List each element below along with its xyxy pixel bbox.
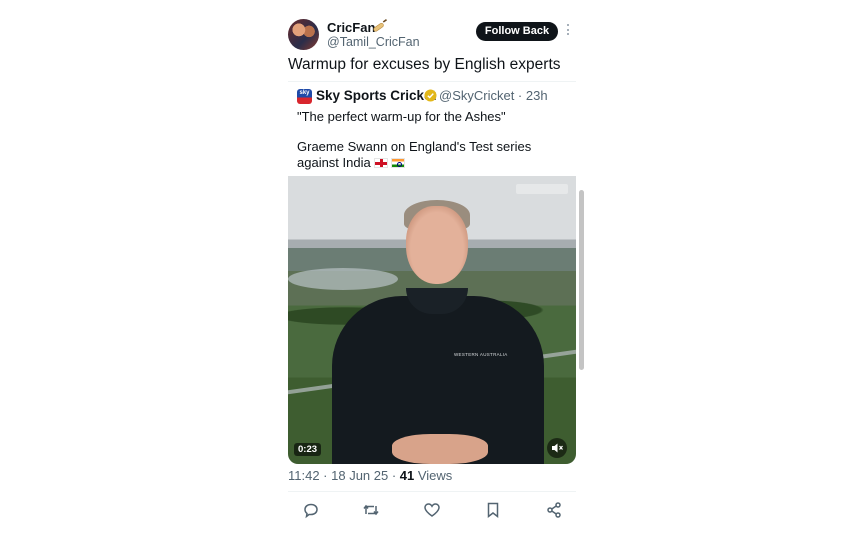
quote-text-line2: Graeme Swann on England's Test series ag… [297,139,567,171]
reply-button[interactable] [301,500,321,520]
india-flag-icon [390,158,405,168]
more-options-icon[interactable] [566,24,570,38]
quote-text-line1: "The perfect warm-up for the Ashes" [297,109,506,124]
video-player[interactable]: WESTERN AUSTRALIA 0:23 [288,176,576,464]
views-label: Views [414,468,453,483]
quote-text-line2-text: Graeme Swann on England's Test series ag… [297,139,532,170]
quote-author-name[interactable]: Sky Sports Cricket [316,88,436,103]
quoted-tweet[interactable]: sky Sky Sports Cricket @SkyCricket · 23h… [288,81,576,464]
bookmark-icon [487,502,499,519]
like-button[interactable] [422,500,442,520]
views-count: 41 [399,468,415,483]
england-flag-icon [373,158,388,168]
muted-speaker-icon [552,443,563,453]
scrollbar[interactable] [579,190,584,370]
cricket-bat-icon [373,19,387,32]
shirt-logo: WESTERN AUSTRALIA [454,352,508,357]
tweet[interactable]: CricFan @Tamil_CricFan Follow Back Warmu… [279,12,585,540]
bookmark-button[interactable] [483,500,503,520]
avatar[interactable] [288,19,319,50]
action-bar [288,500,576,522]
divider [288,491,576,492]
tweet-timestamp[interactable]: 11:42 · 18 Jun 25 · [288,468,400,483]
tweet-text: Warmup for excuses by English experts [288,56,561,73]
author-name[interactable]: CricFan [327,20,375,35]
video-duration: 0:23 [294,443,322,456]
share-button[interactable] [544,500,564,520]
broadcaster-watermark [516,184,568,194]
retweet-icon [363,504,379,516]
reply-icon [304,503,318,519]
like-icon [424,503,440,517]
presenter-head [406,206,468,284]
sky-sports-logo[interactable]: sky [297,89,312,104]
verified-badge-icon [424,89,437,102]
mute-button[interactable] [547,438,567,458]
author-handle[interactable]: @Tamil_CricFan [327,35,420,49]
tweet-meta: 11:42 · 18 Jun 25 · 41 Views [288,468,452,483]
follow-back-button[interactable]: Follow Back [476,22,558,41]
retweet-button[interactable] [361,500,381,520]
share-icon [547,502,561,518]
quote-handle-time: @SkyCricket · 23h [439,88,548,103]
presenter-hands [392,434,488,464]
